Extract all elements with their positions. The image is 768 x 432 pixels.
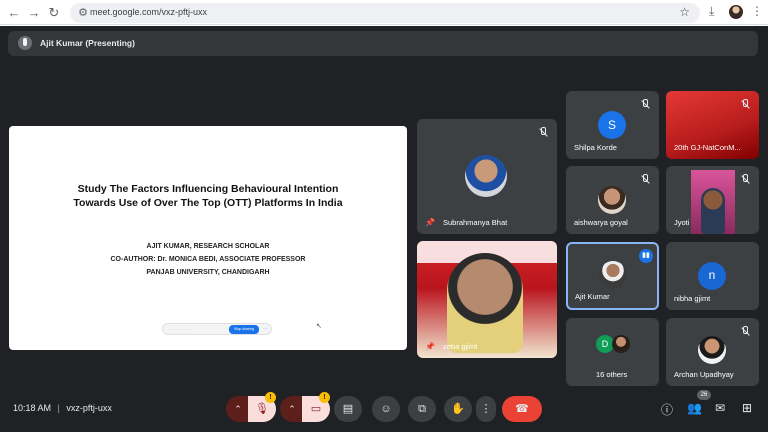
tile-16-others[interactable]: D 16 others bbox=[566, 318, 659, 386]
presenter-avatar bbox=[18, 36, 32, 50]
url-text: meet.google.com/vxz-pftj-uxx bbox=[90, 7, 208, 17]
participant-photo bbox=[698, 336, 726, 364]
mouse-cursor-icon: ↖ bbox=[316, 323, 322, 330]
presentation-slide: Study The Factors Influencing Behavioura… bbox=[9, 126, 407, 350]
sharing-notice-text: ····················· bbox=[169, 327, 190, 331]
mic-options-caret[interactable]: ⌃ bbox=[226, 396, 250, 422]
tile-jyoti[interactable]: Jyoti bbox=[666, 166, 759, 234]
separator: | bbox=[57, 403, 60, 413]
clock-time: 10:18 AM bbox=[13, 403, 52, 413]
tile-aishwarya-goyal[interactable]: aishwarya goyal bbox=[566, 166, 659, 234]
profile-avatar[interactable] bbox=[729, 5, 743, 19]
chrome-divider bbox=[0, 24, 768, 25]
video-person bbox=[447, 253, 523, 353]
emoji-icon: ☺ bbox=[380, 403, 392, 415]
mic-off-icon bbox=[740, 326, 749, 337]
participant-avatar: n bbox=[698, 262, 726, 290]
participant-name: 16 others bbox=[596, 370, 628, 379]
meeting-code: vxz-pftj-uxx bbox=[66, 403, 112, 413]
participant-name: nibha gjimt bbox=[674, 294, 711, 303]
participant-name: Jyoti bbox=[674, 218, 690, 227]
tile-subrahmanya-bhat[interactable]: 📌 Subrahmanya Bhat bbox=[417, 119, 557, 234]
meeting-info: 10:18 AM | vxz-pftj-uxx bbox=[13, 403, 112, 413]
people-icon[interactable]: 👥 bbox=[687, 401, 702, 415]
bookmark-star-icon[interactable]: ☆ bbox=[679, 5, 690, 19]
participant-name: zeba gjimt bbox=[443, 342, 478, 351]
tile-zeba-gjimt[interactable]: 📌 zeba gjimt bbox=[417, 241, 557, 358]
raise-hand-button[interactable]: ✋ bbox=[444, 396, 472, 422]
participant-photo bbox=[465, 155, 507, 197]
mic-off-icon bbox=[640, 99, 649, 110]
leave-call-button[interactable]: ☎ bbox=[502, 396, 542, 422]
browser-chrome: ← → ↻ ⚙ meet.google.com/vxz-pftj-uxx ☆ ⤓… bbox=[0, 0, 768, 26]
tile-archan-upadhyay[interactable]: Archan Upadhyay bbox=[666, 318, 759, 386]
slide-title-line-1: Study The Factors Influencing Behavioura… bbox=[77, 183, 339, 195]
camera-off-icon: ▭ bbox=[310, 403, 322, 415]
site-settings-icon[interactable]: ⚙ bbox=[76, 6, 90, 20]
mic-off-icon bbox=[740, 174, 749, 185]
others-photo bbox=[612, 335, 630, 353]
presenting-label: Ajit Kumar (Presenting) bbox=[40, 38, 135, 48]
mic-off-icon: 🎙 bbox=[255, 403, 269, 415]
camera-options-caret[interactable]: ⌃ bbox=[280, 396, 304, 422]
meeting-details-icon[interactable]: ⓘ bbox=[660, 401, 674, 418]
video-person bbox=[701, 188, 725, 234]
present-screen-icon: ⧉ bbox=[418, 403, 426, 415]
camera-warning-badge: ! bbox=[319, 392, 330, 403]
tile-shilpa-korde[interactable]: S Shilpa Korde bbox=[566, 91, 659, 159]
mic-off-icon bbox=[640, 174, 649, 185]
mic-off-icon bbox=[740, 99, 749, 110]
present-button[interactable]: ⧉ bbox=[408, 396, 436, 422]
video-feed bbox=[691, 170, 735, 234]
participant-name: Shilpa Korde bbox=[574, 143, 617, 152]
participant-name: 20th GJ-NatConM... bbox=[674, 143, 741, 152]
forward-icon[interactable]: → bbox=[26, 5, 42, 21]
participant-name: aishwarya goyal bbox=[574, 218, 628, 227]
reload-icon[interactable]: ↻ bbox=[46, 5, 62, 21]
tile-ajit-kumar[interactable]: ▮▮ Ajit Kumar bbox=[566, 242, 659, 310]
tile-gj-natconm[interactable]: 20th GJ-NatConM... bbox=[666, 91, 759, 159]
participant-photo bbox=[598, 186, 626, 214]
participant-name: Archan Upadhyay bbox=[674, 370, 734, 379]
reactions-button[interactable]: ☺ bbox=[372, 396, 400, 422]
menu-kebab-icon[interactable]: ⋮ bbox=[751, 4, 763, 18]
people-count-badge: 26 bbox=[697, 390, 711, 400]
activities-icon[interactable]: ⊞ bbox=[740, 401, 754, 415]
tile-nibha-gjimt[interactable]: n nibha gjimt bbox=[666, 242, 759, 310]
speaking-indicator-icon: ▮▮ bbox=[639, 249, 653, 263]
hang-up-icon: ☎ bbox=[515, 403, 529, 415]
participant-photo bbox=[599, 261, 627, 289]
participant-name: Subrahmanya Bhat bbox=[443, 218, 508, 227]
hide-notice-link[interactable]: ··· bbox=[263, 326, 267, 331]
slide-author: AJIT KUMAR, RESEARCH SCHOLAR bbox=[146, 243, 270, 250]
slide-title-line-2: Towards Use of Over The Top (OTT) Platfo… bbox=[73, 197, 343, 209]
slide-title: Study The Factors Influencing Behavioura… bbox=[9, 182, 407, 210]
slide-coauthor: CO-AUTHOR: Dr. MONICA BEDI, ASSOCIATE PR… bbox=[110, 256, 306, 263]
download-icon[interactable]: ⤓ bbox=[709, 4, 714, 19]
hand-icon: ✋ bbox=[451, 403, 465, 415]
back-icon[interactable]: ← bbox=[6, 5, 22, 21]
pin-icon[interactable]: 📌 bbox=[425, 342, 435, 351]
captions-icon: ▤ bbox=[342, 403, 354, 415]
pin-icon[interactable]: 📌 bbox=[425, 218, 435, 227]
participant-name: Ajit Kumar bbox=[575, 292, 610, 301]
participant-avatar: S bbox=[598, 111, 626, 139]
mic-warning-badge: ! bbox=[265, 392, 276, 403]
more-vert-icon: ⋮ bbox=[480, 403, 492, 415]
mic-off-icon bbox=[538, 127, 547, 138]
sharing-notice: ····················· Stop sharing ··· bbox=[162, 323, 272, 335]
slide-university: PANJAB UNIVERSITY, CHANDIGARH bbox=[146, 269, 270, 276]
stop-sharing-button[interactable]: Stop sharing bbox=[229, 325, 259, 334]
captions-button[interactable]: ▤ bbox=[334, 396, 362, 422]
presenting-bar: Ajit Kumar (Presenting) bbox=[8, 31, 758, 56]
address-bar[interactable]: ⚙ meet.google.com/vxz-pftj-uxx ☆ bbox=[70, 3, 700, 23]
more-options-button[interactable]: ⋮ bbox=[476, 396, 496, 422]
chat-icon[interactable]: ✉ bbox=[713, 401, 727, 415]
